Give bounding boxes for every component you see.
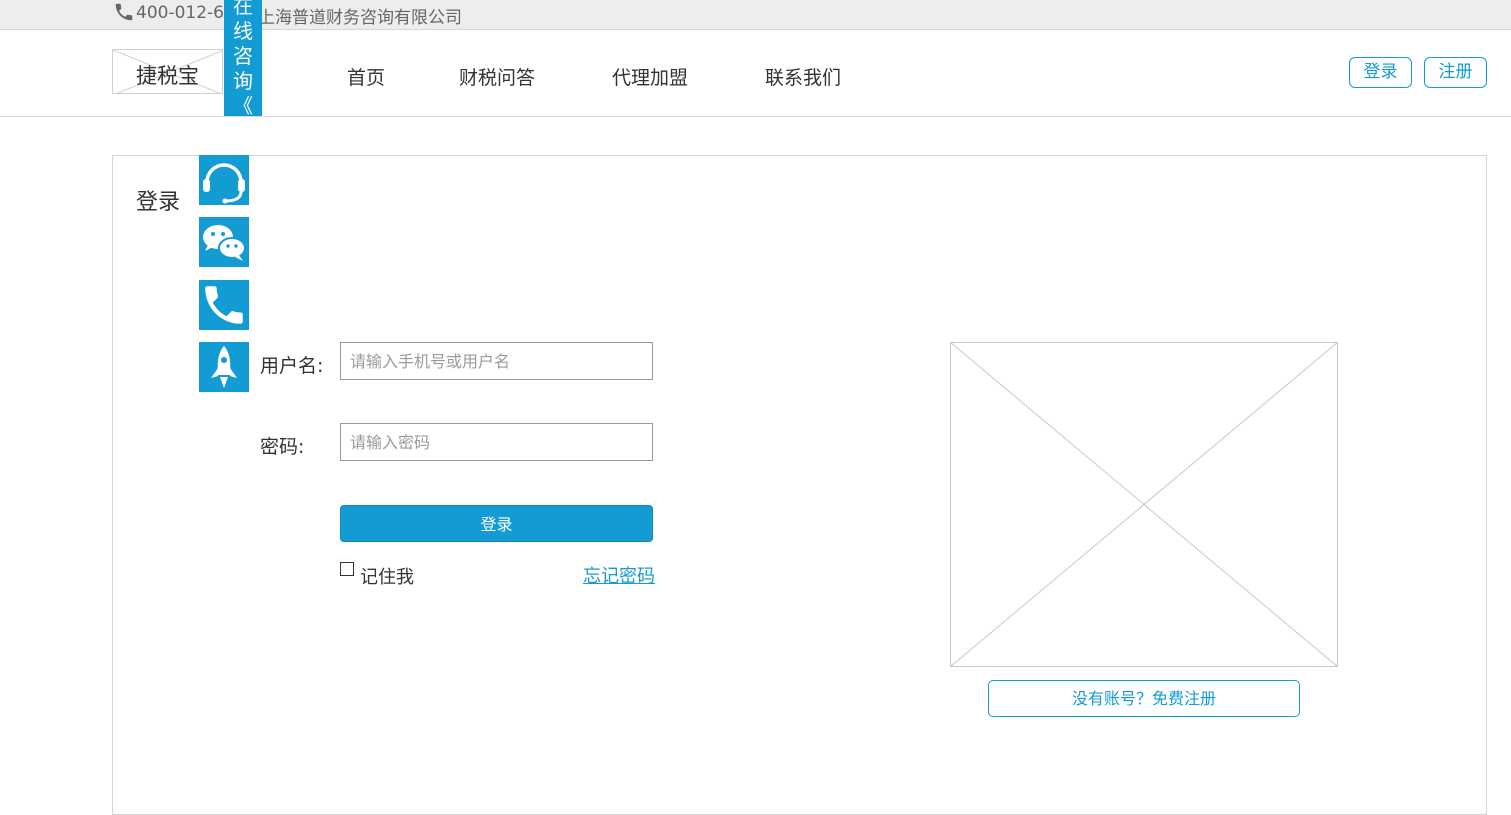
phone-icon[interactable] [199, 280, 249, 330]
username-label: 用户名: [260, 355, 324, 377]
company-name: 上海普道财务咨询有限公司 [258, 8, 462, 28]
consult-char: 询 [233, 69, 253, 93]
nav-home[interactable]: 首页 [347, 63, 385, 90]
remember-me-checkbox[interactable] [340, 562, 354, 576]
image-placeholder-icon [950, 342, 1338, 667]
header-login-button[interactable]: 登录 [1349, 57, 1412, 88]
header-register-button[interactable]: 注册 [1424, 57, 1487, 88]
wechat-icon[interactable] [199, 217, 249, 267]
headset-icon[interactable] [199, 155, 249, 205]
panel-title: 登录 [136, 190, 181, 215]
nav-contact[interactable]: 联系我们 [765, 63, 841, 90]
remember-me-label[interactable]: 记住我 [360, 563, 414, 589]
password-label: 密码: [260, 436, 305, 458]
site-logo[interactable]: 捷税宝 [112, 49, 223, 94]
logo-text: 捷税宝 [136, 64, 199, 88]
login-submit-button[interactable]: 登录 [340, 505, 653, 542]
nav-tax-qa[interactable]: 财税问答 [459, 63, 535, 90]
consult-char: 线 [233, 19, 253, 43]
username-input[interactable] [340, 342, 653, 380]
password-input[interactable] [340, 423, 653, 461]
online-consult-tab[interactable]: 在 线 咨 询 《 [224, 0, 262, 116]
nav-franchise[interactable]: 代理加盟 [612, 63, 688, 90]
rocket-icon[interactable] [199, 342, 249, 392]
free-register-button[interactable]: 没有账号？免费注册 [988, 680, 1300, 717]
hotline-number: 400-012-62 [136, 3, 235, 23]
consult-char: 咨 [233, 44, 253, 68]
forgot-password-link[interactable]: 忘记密码 [583, 562, 655, 588]
consult-char: 在 [233, 0, 253, 18]
phone-icon [115, 3, 133, 21]
consult-char: 《 [233, 94, 253, 116]
